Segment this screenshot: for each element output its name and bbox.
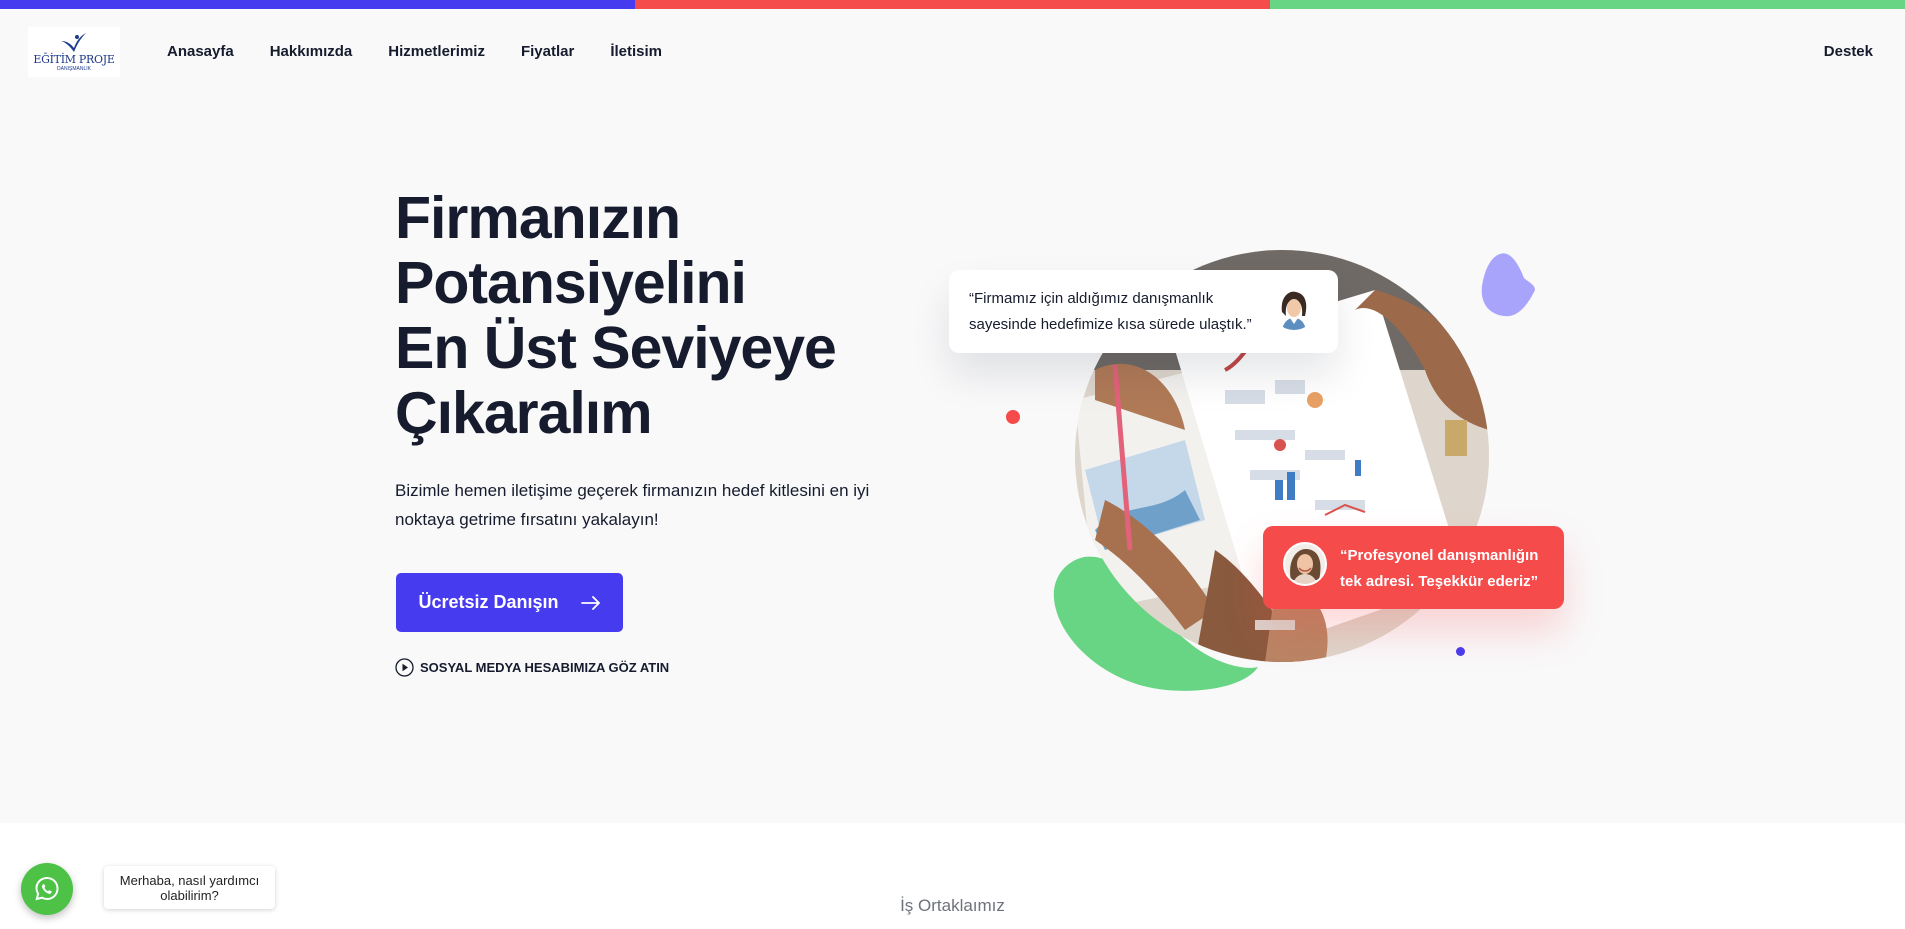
social-media-link[interactable]: SOSYAL MEDYA HESABIMIZA GÖZ ATIN	[395, 658, 669, 677]
decor-red-dot	[1006, 410, 1020, 424]
hero-subtext: Bizimle hemen iletişime geçerek firmanız…	[395, 481, 870, 529]
avatar-woman-icon	[1285, 544, 1325, 584]
arrow-right-icon	[580, 595, 600, 610]
partners-title: İş Ortaklaımız	[900, 896, 1005, 915]
nav-link-pricing[interactable]: Fiyatlar	[521, 43, 574, 60]
free-consultation-button[interactable]: Ücretsiz Danışın	[396, 573, 623, 632]
headline-line-4: Çıkaralım	[395, 380, 653, 446]
avatar	[1272, 286, 1316, 330]
nav-link-about[interactable]: Hakkımızda	[270, 43, 353, 60]
logo-subtext: DANIŞMANLIK	[57, 66, 91, 72]
headline-line-1: Firmanızın	[395, 185, 681, 251]
top-color-bar	[0, 0, 1905, 9]
logo-bird-icon	[61, 33, 86, 52]
nav-link-home[interactable]: Anasayfa	[167, 43, 234, 60]
cta-label: Ücretsiz Danışın	[418, 592, 559, 612]
top-bar-blue	[0, 0, 635, 9]
testimonial-text-1: “Firmamız için aldığımız danışmanlık say…	[969, 290, 1252, 333]
site-logo[interactable]: EĞİTİM PROJE DANIŞMANLIK	[28, 27, 120, 77]
avatar	[1283, 542, 1327, 586]
play-circle-icon	[395, 658, 414, 677]
whatsapp-bubble-text: Merhaba, nasıl yardımcı olabilirim?	[119, 872, 260, 903]
top-bar-red	[635, 0, 1270, 9]
testimonial-card-1: “Firmamız için aldığımız danışmanlık say…	[949, 270, 1338, 353]
whatsapp-chat-bubble[interactable]: Merhaba, nasıl yardımcı olabilirim?	[104, 866, 275, 909]
decor-purple-blob	[1481, 253, 1535, 317]
main-nav: Anasayfa Hakkımızda Hizmetlerimiz Fiyatl…	[167, 43, 662, 60]
testimonial-text-2: “Profesyonel danışmanlığın tek adresi. T…	[1340, 547, 1539, 590]
decor-blue-dot	[1456, 647, 1465, 656]
site-header: EĞİTİM PROJE DANIŞMANLIK Anasayfa Hakkım…	[0, 9, 1905, 95]
whatsapp-icon	[35, 876, 59, 901]
whatsapp-button[interactable]	[21, 863, 73, 915]
nav-link-services[interactable]: Hizmetlerimiz	[388, 43, 485, 60]
testimonial-card-2: “Profesyonel danışmanlığın tek adresi. T…	[1263, 526, 1564, 609]
nav-link-contact[interactable]: İletisim	[610, 43, 662, 60]
top-bar-green	[1270, 0, 1905, 9]
hero-headline: Firmanızın Potansiyelini En Üst Seviyeye…	[395, 186, 955, 446]
avatar-woman-icon	[1272, 286, 1316, 330]
social-link-label: SOSYAL MEDYA HESABIMIZA GÖZ ATIN	[420, 660, 670, 675]
logo-text: EĞİTİM PROJE	[33, 53, 115, 66]
headline-line-3: En Üst Seviyeye	[395, 315, 837, 381]
headline-line-2: Potansiyelini	[395, 250, 747, 316]
nav-link-support[interactable]: Destek	[1824, 43, 1873, 60]
